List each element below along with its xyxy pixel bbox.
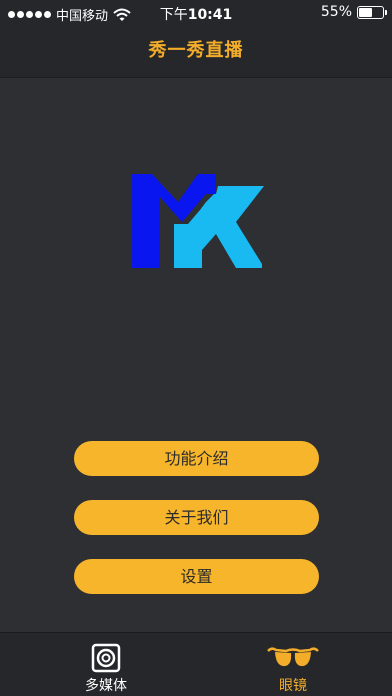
time-value: 10:41 bbox=[187, 7, 233, 23]
tab-glasses-label: 眼镜 bbox=[279, 678, 307, 694]
settings-button[interactable]: 设置 bbox=[74, 559, 319, 594]
tab-multimedia[interactable]: 多媒体 bbox=[46, 633, 166, 696]
page-title: 秀一秀直播 bbox=[148, 40, 244, 61]
battery-percent: 55% bbox=[320, 4, 352, 20]
about-us-button[interactable]: 关于我们 bbox=[74, 500, 319, 535]
status-right: 55% bbox=[320, 4, 387, 20]
battery-fill bbox=[359, 7, 372, 17]
sunglasses-icon bbox=[267, 647, 319, 667]
time-prefix: 下午 bbox=[159, 7, 188, 23]
mk-logo-icon bbox=[132, 174, 264, 268]
tab-glasses[interactable]: 眼镜 bbox=[233, 633, 353, 696]
nav-bar: 秀一秀直播 bbox=[0, 26, 392, 78]
tab-multimedia-label: 多媒体 bbox=[85, 678, 127, 694]
battery-icon bbox=[357, 5, 387, 19]
status-bar: 中国移动 下午10:41 55% bbox=[0, 0, 392, 26]
speaker-icon bbox=[91, 643, 121, 673]
tab-bar: 多媒体 眼镜 bbox=[0, 632, 392, 696]
feature-intro-button[interactable]: 功能介绍 bbox=[74, 441, 319, 476]
